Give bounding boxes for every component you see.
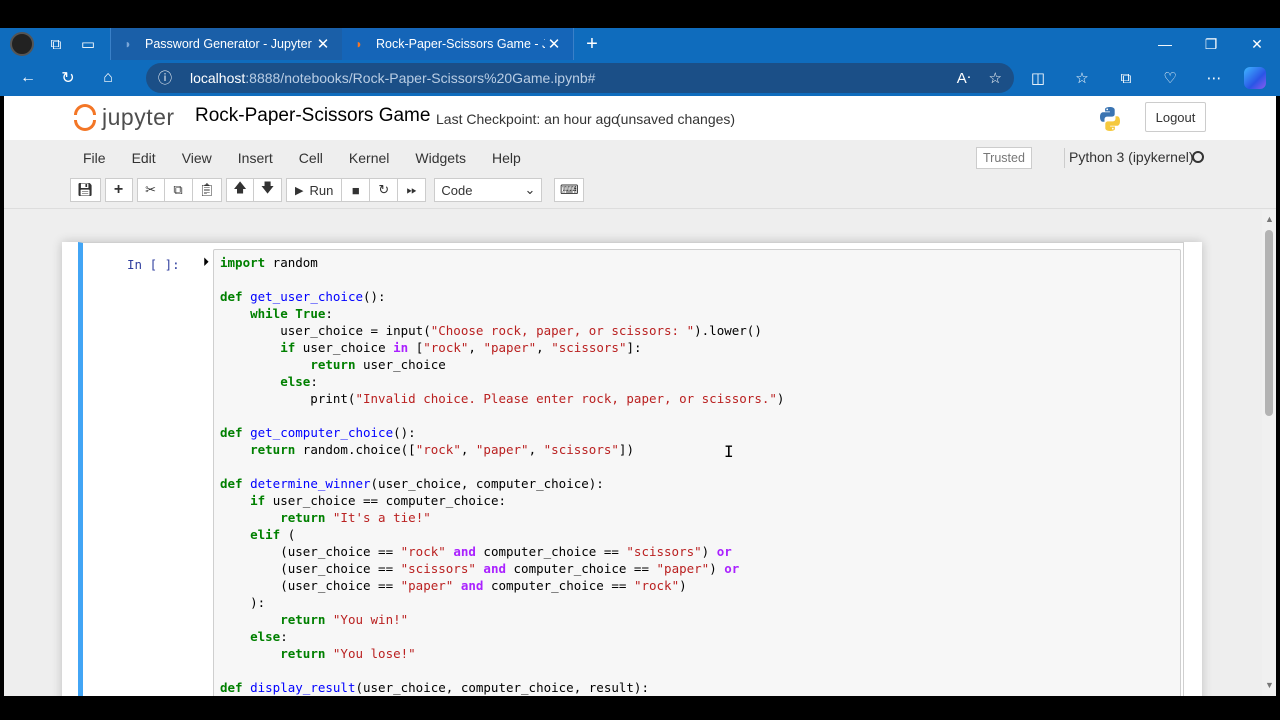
python-logo-icon: [1100, 107, 1120, 131]
menu-help[interactable]: Help: [479, 150, 534, 166]
stop-icon[interactable]: ■: [342, 178, 371, 202]
url-actions: Aᐧ ☆: [957, 63, 1002, 93]
kernel-name[interactable]: Python 3 (ipykernel): [1069, 149, 1194, 165]
scroll-down-icon[interactable]: ▼: [1265, 680, 1274, 690]
restart-icon[interactable]: ↻: [370, 178, 399, 202]
close-icon[interactable]: ✕: [314, 35, 332, 53]
tab-rock-paper-scissors[interactable]: ◗ Rock-Paper-Scissors Game - Jupy ✕: [342, 28, 574, 60]
favorites-icon[interactable]: ☆: [1060, 69, 1104, 87]
cell-type-value: Code: [441, 182, 473, 198]
url-path: :8888/notebooks/Rock-Paper-Scissors%20Ga…: [245, 70, 596, 86]
refresh-icon[interactable]: ↻: [48, 60, 88, 96]
tab-title: Password Generator - Jupyter No: [145, 37, 314, 51]
workspaces-icon[interactable]: ⧉: [40, 28, 72, 60]
url-field[interactable]: ⓘ localhost:8888/notebooks/Rock-Paper-Sc…: [146, 63, 1014, 93]
new-tab-button[interactable]: +: [574, 28, 610, 60]
favorite-star-icon[interactable]: ☆: [989, 69, 1002, 87]
copy-icon[interactable]: ⧉: [164, 178, 193, 202]
window-controls: — ❐ ✕: [1142, 28, 1280, 60]
jupyter-logo[interactable]: jupyter: [74, 102, 175, 132]
menu-insert[interactable]: Insert: [225, 150, 286, 166]
insert-cell-icon[interactable]: +: [104, 178, 133, 202]
close-icon[interactable]: ✕: [545, 35, 563, 53]
kernel-idle-icon: [1192, 151, 1204, 163]
jupyter-page: jupyter Rock-Paper-Scissors Game Last Ch…: [4, 96, 1276, 696]
info-icon[interactable]: ⓘ: [158, 68, 180, 88]
url-host: localhost: [190, 70, 246, 86]
close-window-icon[interactable]: ✕: [1234, 28, 1280, 60]
copilot-icon[interactable]: [1244, 67, 1266, 89]
collections-icon[interactable]: ⧉: [1104, 70, 1148, 87]
run-button[interactable]: ▶ Run: [286, 178, 343, 202]
scroll-up-icon[interactable]: ▲: [1265, 214, 1274, 224]
fast-forward-icon[interactable]: ⏩︎: [398, 178, 427, 202]
notebook-title[interactable]: Rock-Paper-Scissors Game: [195, 105, 430, 127]
run-label: Run: [309, 182, 334, 198]
logout-button[interactable]: Logout: [1145, 102, 1206, 132]
read-aloud-icon[interactable]: Aᐧ: [957, 69, 971, 87]
trusted-badge[interactable]: Trusted: [976, 147, 1032, 169]
browser-essentials-icon[interactable]: ♡: [1148, 69, 1192, 87]
address-bar-row: ← ↻ ⌂ ⓘ localhost:8888/notebooks/Rock-Pa…: [0, 60, 1280, 96]
chevron-down-icon: ⌄: [524, 182, 536, 197]
paste-icon[interactable]: 📋︎: [192, 178, 223, 202]
browser-tab-bar: ⧉ ▭ ◗ Password Generator - Jupyter No ✕ …: [0, 28, 1280, 60]
more-options-icon[interactable]: ⋯: [1192, 69, 1236, 87]
menu-edit[interactable]: Edit: [119, 150, 169, 166]
cell-prompt: In [ ]:: [127, 257, 180, 272]
menu-kernel[interactable]: Kernel: [336, 150, 402, 166]
move-up-icon[interactable]: 🡅: [226, 178, 255, 202]
move-down-icon[interactable]: 🡇: [254, 178, 283, 202]
menu-cell[interactable]: Cell: [286, 150, 336, 166]
jupyter-logo-icon: [74, 102, 96, 132]
code-cell[interactable]: In [ ]: ⏵︎ import random def get_user_ch…: [78, 242, 1184, 696]
run-cell-icon[interactable]: ⏵︎: [203, 255, 209, 270]
cell-type-select[interactable]: Code ⌄: [434, 178, 543, 202]
screen: ⧉ ▭ ◗ Password Generator - Jupyter No ✕ …: [0, 0, 1280, 720]
notebook-toolbar: 💾︎ + ✂ ⧉ 📋︎ 🡅 🡇 ▶ Run ■ ↻ ⏩︎ Code ⌄ ⌨: [70, 178, 585, 202]
restore-icon[interactable]: ❐: [1188, 28, 1234, 60]
checkpoint-status: Last Checkpoint: an hour ago: [436, 111, 619, 127]
logo-text: jupyter: [102, 103, 175, 130]
unsaved-status: (unsaved changes): [616, 111, 736, 127]
minimize-icon[interactable]: —: [1142, 28, 1188, 60]
kernel-divider: [1064, 148, 1065, 168]
code-editor[interactable]: import random def get_user_choice(): whi…: [213, 249, 1181, 696]
url-text: localhost:8888/notebooks/Rock-Paper-Scis…: [190, 70, 595, 86]
menu-file[interactable]: File: [70, 150, 119, 166]
home-icon[interactable]: ⌂: [88, 60, 128, 96]
cut-icon[interactable]: ✂: [136, 178, 165, 202]
tab-title: Rock-Paper-Scissors Game - Jupy: [376, 37, 545, 51]
profile-avatar[interactable]: [10, 32, 34, 56]
tab-actions-icon[interactable]: ▭: [72, 28, 104, 60]
split-screen-icon[interactable]: ◫: [1016, 69, 1060, 87]
header-divider: [4, 208, 1276, 209]
page-scrollbar[interactable]: ▲ ▼: [1262, 210, 1276, 696]
jupyter-header: jupyter Rock-Paper-Scissors Game Last Ch…: [4, 96, 1276, 140]
jupyter-favicon-icon: ◗: [124, 37, 132, 51]
save-icon[interactable]: 💾︎: [70, 178, 101, 202]
menu-view[interactable]: View: [169, 150, 225, 166]
browser-tools: ◫ ☆ ⧉ ♡ ⋯: [1016, 60, 1280, 96]
text-cursor-icon: I: [724, 442, 734, 461]
keyboard-icon[interactable]: ⌨: [554, 178, 585, 202]
play-icon: ▶: [295, 184, 304, 197]
code-text: import random def get_user_choice(): whi…: [220, 255, 785, 695]
back-arrow-icon[interactable]: ←: [8, 60, 48, 96]
jupyter-favicon-icon: ◗: [355, 37, 363, 51]
menu-widgets[interactable]: Widgets: [402, 150, 479, 166]
menu-bar: File Edit View Insert Cell Kernel Widget…: [70, 144, 1210, 172]
notebook-container: In [ ]: ⏵︎ import random def get_user_ch…: [62, 242, 1202, 696]
tab-password-generator[interactable]: ◗ Password Generator - Jupyter No ✕: [110, 28, 342, 60]
scroll-thumb[interactable]: [1265, 230, 1273, 416]
